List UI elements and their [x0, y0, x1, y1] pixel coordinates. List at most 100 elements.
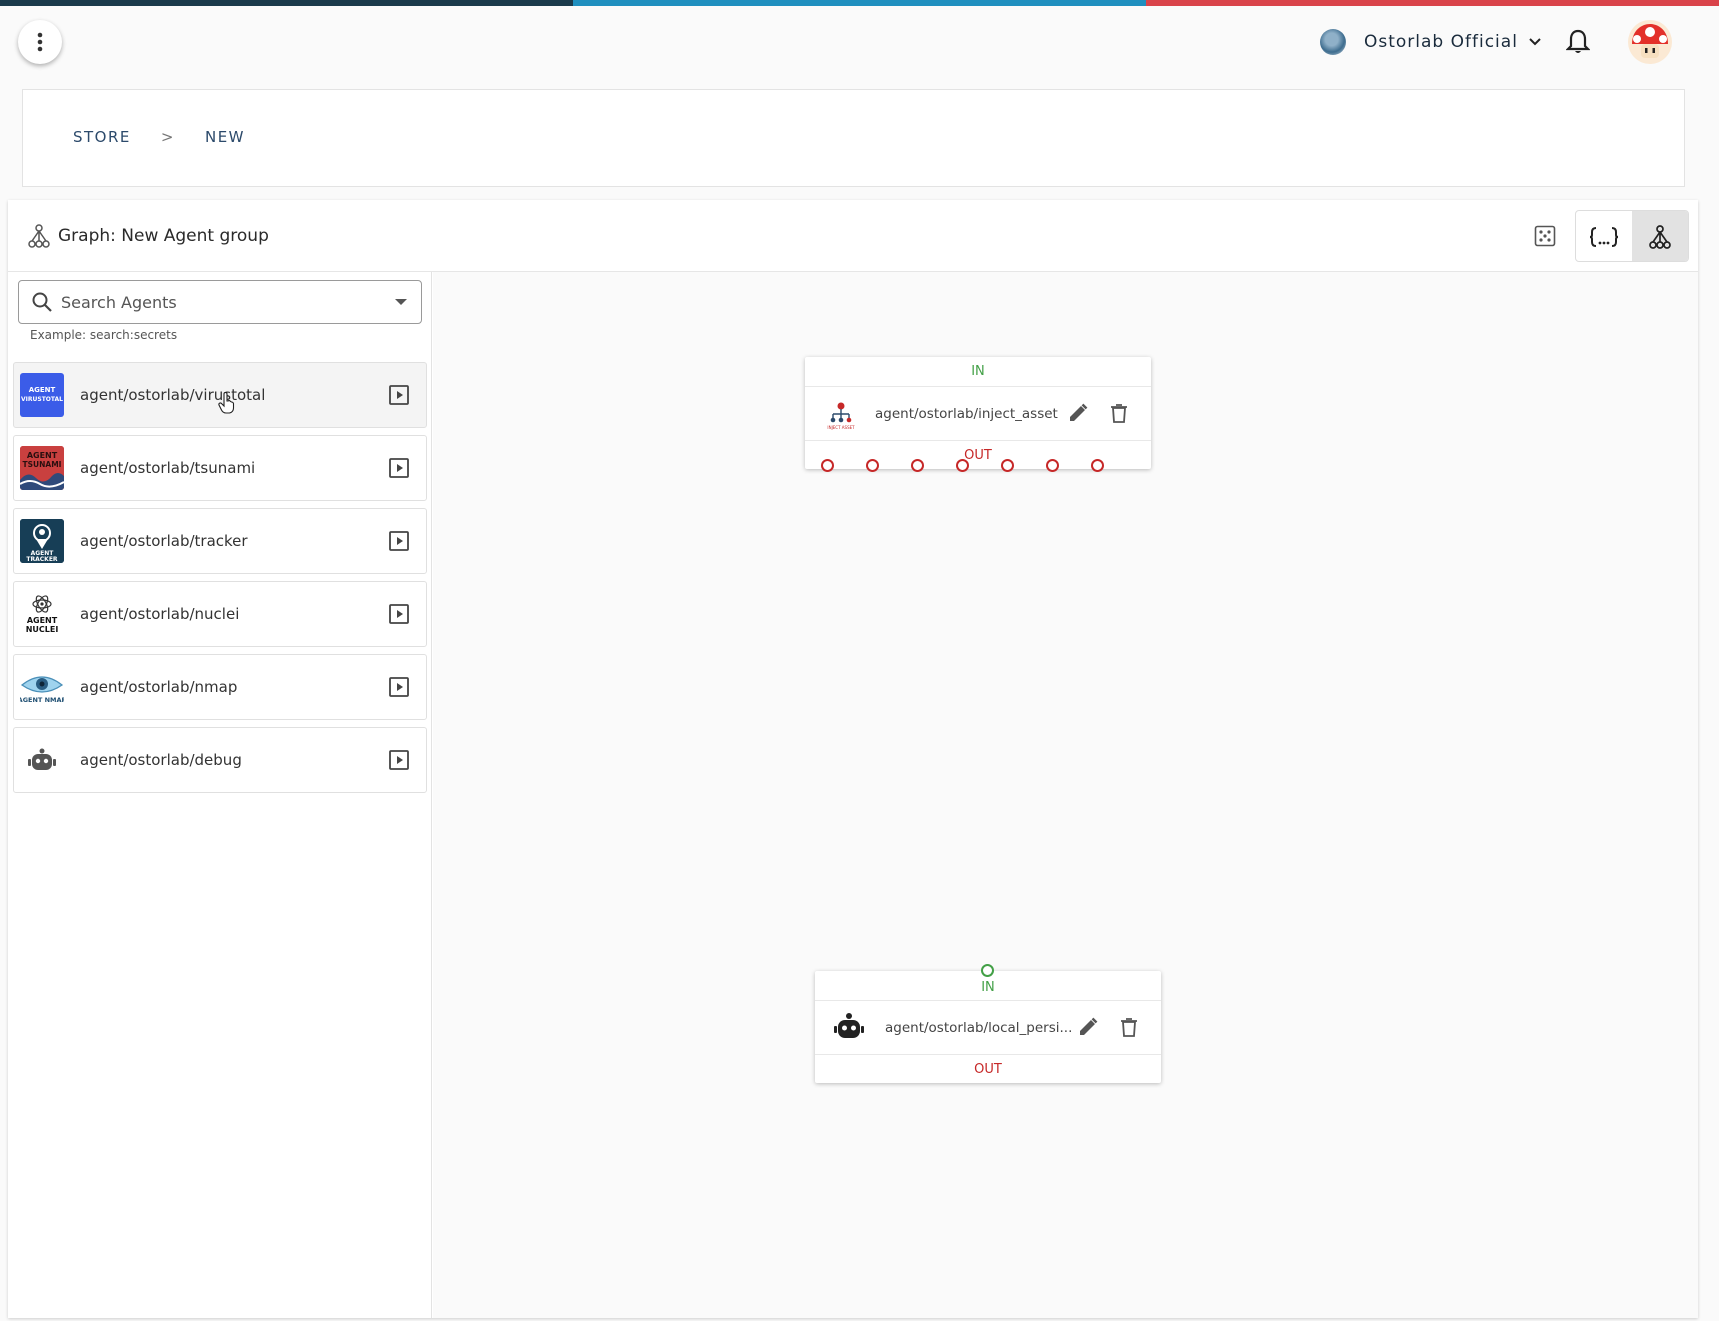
breadcrumb-new[interactable]: NEW: [205, 128, 245, 146]
breadcrumb-store[interactable]: STORE: [73, 128, 131, 146]
tracker-figure-icon: AGENT TRACKER: [20, 519, 64, 563]
agent-name: agent/ostorlab/virustotal: [80, 386, 266, 404]
node-in-text: IN: [981, 980, 995, 995]
top-color-strip: [0, 0, 1719, 6]
out-port[interactable]: [1046, 459, 1059, 472]
out-port[interactable]: [956, 459, 969, 472]
delete-icon[interactable]: [1118, 1016, 1140, 1038]
debug-logo: [20, 738, 64, 782]
graph-view-button[interactable]: [1632, 211, 1688, 261]
node-in-label: IN: [805, 357, 1151, 387]
svg-text:INJECT ASSET: INJECT ASSET: [827, 425, 855, 430]
out-port[interactable]: [866, 459, 879, 472]
in-port[interactable]: [981, 964, 994, 977]
out-port[interactable]: [821, 459, 834, 472]
nuclei-logo: AGENT NUCLEI: [20, 592, 64, 636]
strip-segment-1: [0, 0, 573, 6]
fit-view-button[interactable]: [1523, 210, 1567, 262]
mushroom-avatar-icon: [1628, 20, 1672, 64]
nmap-logo: AGENT NMAP: [20, 665, 64, 709]
search-dropdown-toggle[interactable]: [381, 298, 421, 306]
user-avatar[interactable]: [1628, 20, 1672, 64]
agent-name: agent/ostorlab/debug: [80, 751, 242, 769]
graph-title-text: Graph: New Agent group: [58, 226, 269, 246]
virustotal-logo: AGENT VIRUSTOTAL: [20, 373, 64, 417]
play-box-icon[interactable]: [389, 604, 409, 624]
view-toggle-group: [1575, 210, 1689, 262]
delete-icon[interactable]: [1108, 402, 1130, 424]
organization-logo: [1320, 29, 1346, 55]
agent-name: agent/ostorlab/tracker: [80, 532, 248, 550]
strip-segment-2: [573, 0, 1146, 6]
agent-group-editor: Graph: New Agent group Search Agents Exa…: [8, 200, 1698, 1318]
chevron-down-icon: [1529, 38, 1541, 46]
node-body: INJECT ASSET agent/ostorlab/inject_asset: [805, 387, 1151, 441]
search-hint: Example: search:secrets: [30, 328, 178, 342]
agent-item-nmap[interactable]: AGENT NMAP agent/ostorlab/nmap: [13, 654, 427, 720]
agent-item-tsunami[interactable]: AGENT TSUNAMI agent/ostorlab/tsunami: [13, 435, 427, 501]
breadcrumb: STORE > NEW: [73, 128, 245, 146]
svg-text:TSUNAMI: TSUNAMI: [23, 460, 62, 469]
breadcrumb-card: STORE > NEW: [22, 89, 1685, 187]
node-out-label: OUT: [974, 1061, 1002, 1077]
editor-header: Graph: New Agent group: [8, 200, 1698, 272]
agent-item-debug[interactable]: agent/ostorlab/debug: [13, 727, 427, 793]
json-view-button[interactable]: [1576, 211, 1632, 261]
agent-item-tracker[interactable]: AGENT TRACKER agent/ostorlab/tracker: [13, 508, 427, 574]
play-box-icon[interactable]: [389, 677, 409, 697]
notifications-button[interactable]: [1565, 28, 1591, 60]
play-box-icon[interactable]: [389, 385, 409, 405]
bell-icon: [1565, 29, 1591, 53]
out-port[interactable]: [1001, 459, 1014, 472]
out-port[interactable]: [911, 459, 924, 472]
search-agents-field[interactable]: [18, 280, 422, 324]
play-box-icon[interactable]: [389, 458, 409, 478]
graph-canvas[interactable]: IN INJECT ASSET agent/ostorlab/inject_as…: [433, 272, 1698, 1318]
tracker-logo: AGENT TRACKER: [20, 519, 64, 563]
graph-icon: [28, 224, 50, 248]
agent-name: agent/ostorlab/tsunami: [80, 459, 256, 477]
agent-item-virustotal[interactable]: AGENT VIRUSTOTAL agent/ostorlab/virustota…: [13, 362, 427, 428]
search-agents-input[interactable]: [61, 292, 381, 312]
play-box-icon[interactable]: [389, 531, 409, 551]
svg-text:AGENT: AGENT: [27, 616, 58, 625]
graph-view-icon: [1649, 225, 1671, 249]
search-icon: [32, 292, 52, 312]
agent-sidebar: Example: search:secrets AGENTVIRUSTOTAL …: [8, 272, 432, 1318]
svg-text:AGENT NMAP: AGENT NMAP: [20, 696, 64, 704]
edit-icon[interactable]: [1067, 402, 1089, 424]
node-name: agent/ostorlab/local_persi...: [885, 1020, 1073, 1036]
out-port[interactable]: [1091, 459, 1104, 472]
main-menu-button[interactable]: [18, 20, 62, 64]
strip-segment-3: [1146, 0, 1719, 6]
json-view-icon: [1589, 227, 1619, 247]
edit-icon[interactable]: [1077, 1016, 1099, 1038]
agent-list: AGENT VIRUSTOTAL agent/ostorlab/virustota…: [13, 362, 427, 800]
graph-title: Graph: New Agent group: [28, 224, 269, 248]
node-body: agent/ostorlab/local_persi...: [815, 1001, 1161, 1055]
svg-text:TRACKER: TRACKER: [26, 556, 58, 563]
node-inject-asset[interactable]: IN INJECT ASSET agent/ostorlab/inject_as…: [805, 357, 1151, 472]
organization-name: Ostorlab Official: [1364, 32, 1518, 52]
breadcrumb-separator: >: [160, 128, 175, 146]
inject-asset-icon: INJECT ASSET: [827, 402, 855, 430]
virustotal-logo-text: AGENT VIRUSTOTAL: [21, 386, 63, 403]
arrow-drop-down-icon: [395, 298, 407, 305]
more-vert-icon: [37, 32, 43, 52]
eye-icon: AGENT NMAP: [20, 676, 64, 704]
robot-icon: [28, 748, 56, 770]
svg-text:AGENT: AGENT: [27, 451, 58, 460]
svg-text:NUCLEI: NUCLEI: [26, 625, 59, 634]
atom-icon: AGENT NUCLEI: [26, 595, 59, 634]
node-name: agent/ostorlab/inject_asset: [875, 406, 1058, 422]
play-box-icon[interactable]: [389, 750, 409, 770]
agent-name: agent/ostorlab/nuclei: [80, 605, 240, 623]
robot-icon: [834, 1013, 864, 1038]
tsunami-wave-icon: AGENT TSUNAMI: [20, 446, 64, 490]
fit-view-icon: [1534, 225, 1556, 247]
agent-item-nuclei[interactable]: AGENT NUCLEI agent/ostorlab/nuclei: [13, 581, 427, 647]
agent-name: agent/ostorlab/nmap: [80, 678, 238, 696]
organization-selector[interactable]: Ostorlab Official: [1320, 26, 1542, 58]
tsunami-logo: AGENT TSUNAMI: [20, 446, 64, 490]
node-local-persist[interactable]: IN agent/ostorlab/local_persi... OUT: [815, 964, 1161, 1083]
